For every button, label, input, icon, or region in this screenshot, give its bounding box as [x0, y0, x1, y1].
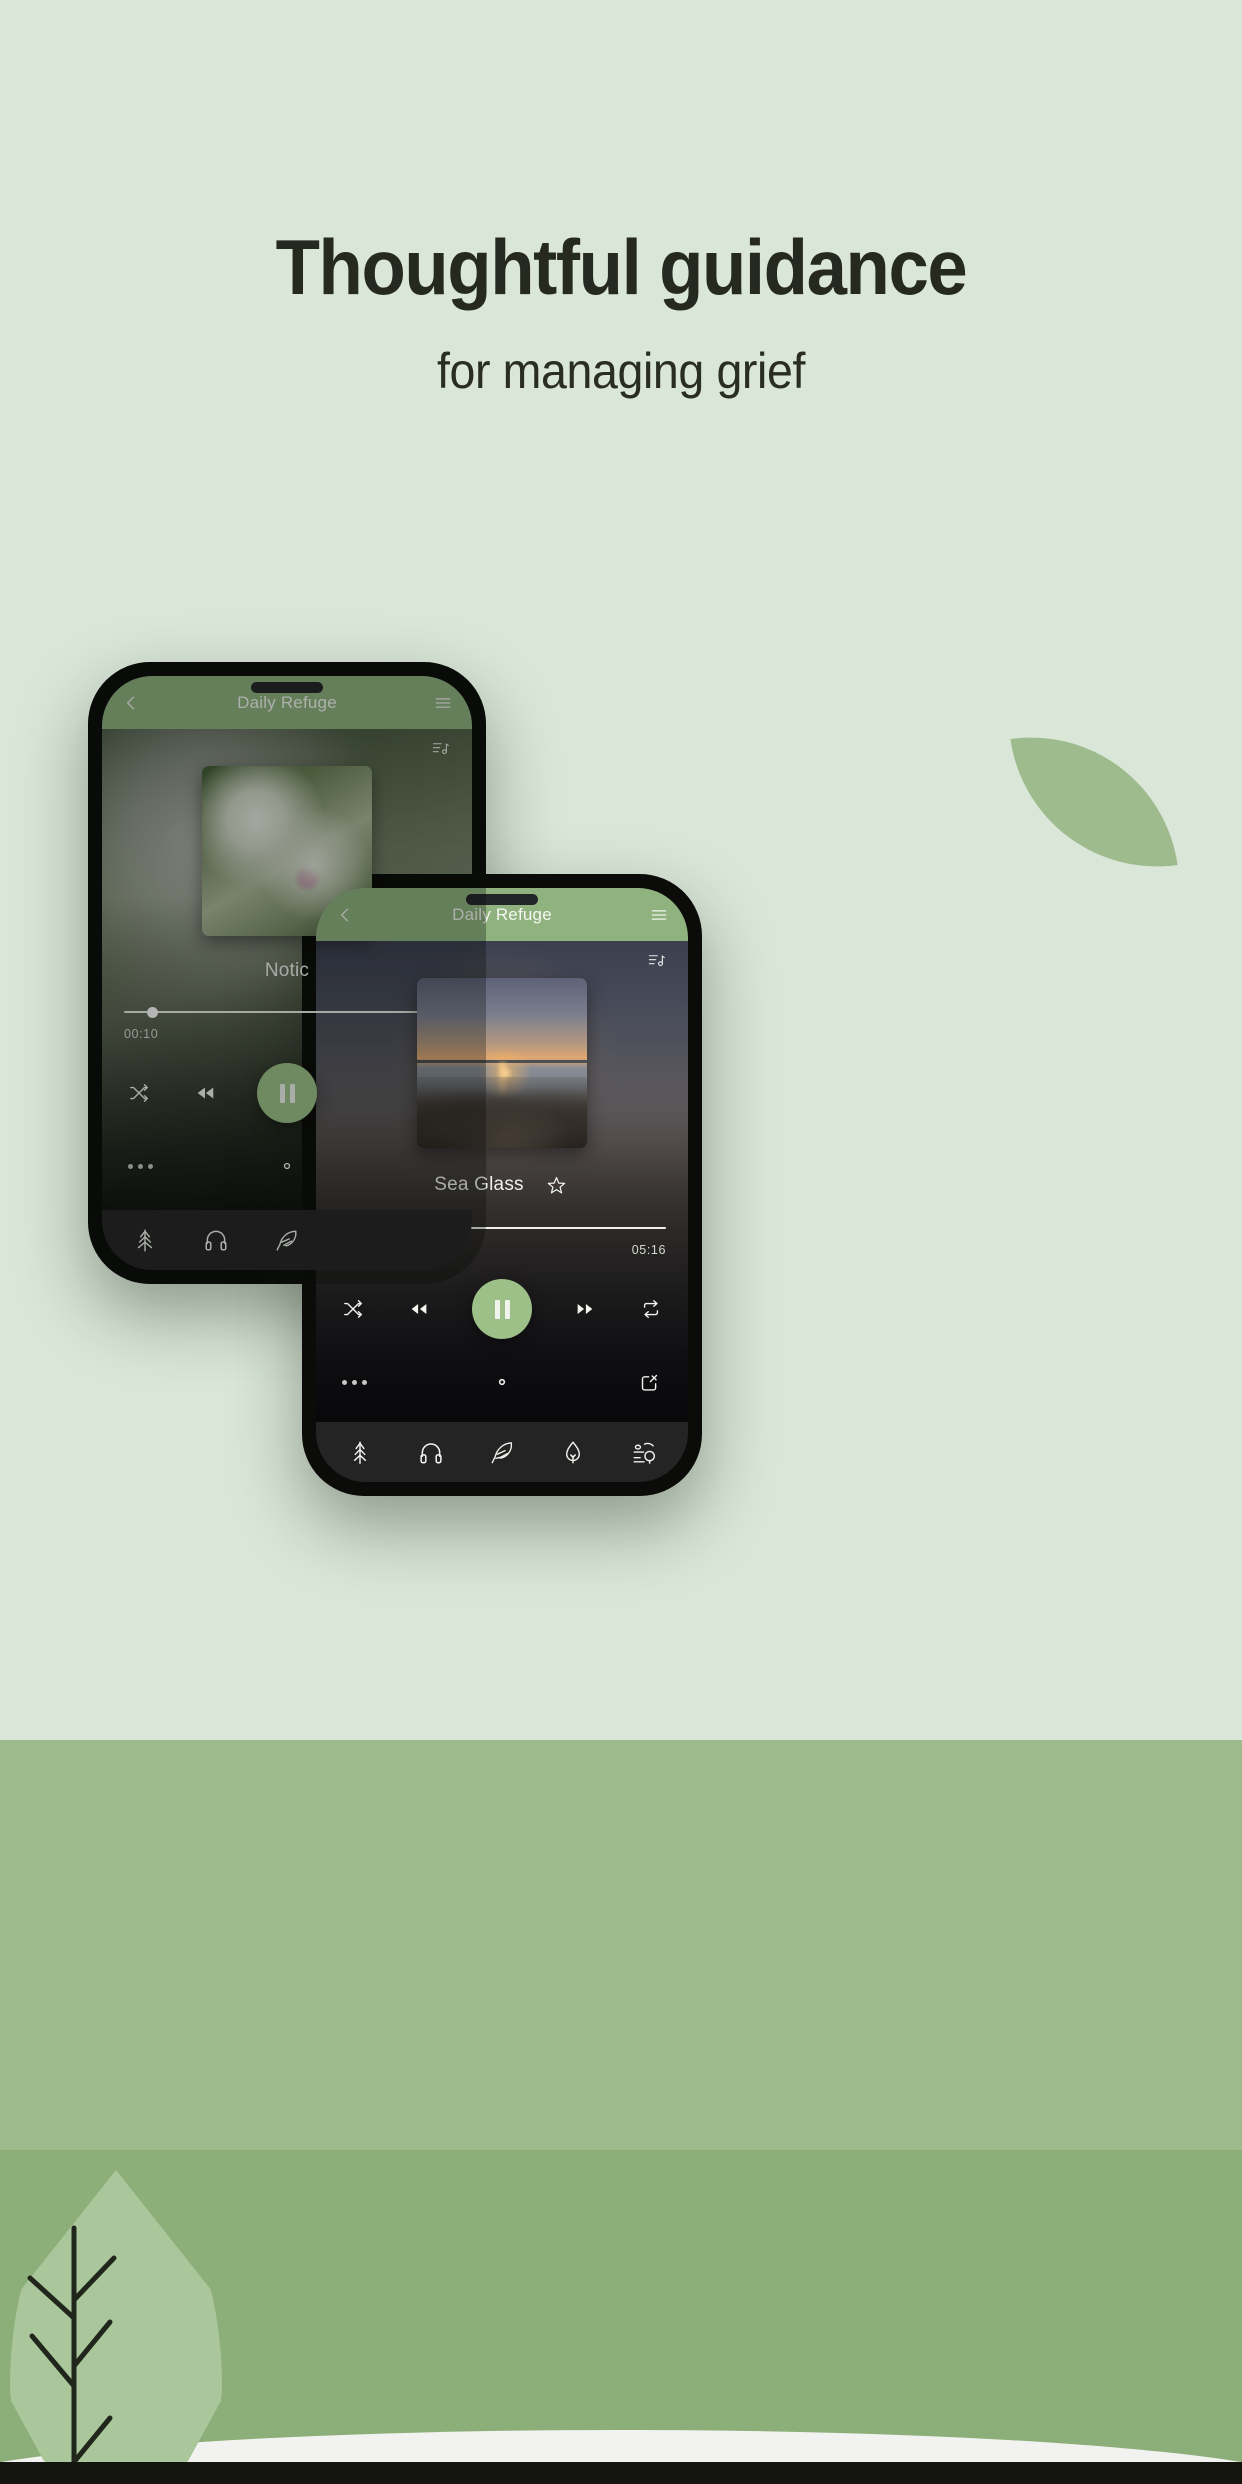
playlist-music-icon[interactable]: [338, 941, 666, 972]
phone-mockup-front: Daily Refuge Sea Glass 05:16: [302, 874, 702, 1496]
edit-square-icon[interactable]: [636, 1369, 662, 1395]
tab-reflect-flame-leaf-icon[interactable]: [560, 1439, 586, 1465]
rewind-icon[interactable]: [406, 1296, 432, 1322]
phone-side-button-lower[interactable]: [701, 1144, 702, 1196]
tabbar-front: [316, 1422, 688, 1482]
star-outline-icon[interactable]: [544, 1172, 570, 1198]
hamburger-menu-icon[interactable]: [646, 902, 672, 928]
elapsed-time-back: 00:10: [124, 1027, 159, 1041]
tab-scenes-landscape-icon[interactable]: [631, 1439, 657, 1465]
track-row-front: Sea Glass: [338, 1172, 666, 1198]
screenshot-stage: Thoughtful guidance for managing grief D…: [0, 0, 1242, 2484]
gear-icon[interactable]: [489, 1369, 515, 1395]
page-subtitle: for managing grief: [436, 343, 806, 399]
repeat-icon[interactable]: [638, 1296, 664, 1322]
album-art-front[interactable]: [417, 978, 587, 1148]
playlist-music-icon[interactable]: [124, 729, 450, 760]
shuffle-icon[interactable]: [340, 1296, 366, 1322]
more-horizontal-icon[interactable]: [128, 1163, 153, 1169]
phone-notch-front: [466, 894, 538, 905]
secondary-controls-front: [338, 1369, 666, 1395]
track-title-back: Notic: [264, 960, 310, 981]
appbar-title-back: Daily Refuge: [237, 692, 337, 712]
back-chevron-icon[interactable]: [332, 902, 358, 928]
rewind-icon[interactable]: [192, 1080, 218, 1106]
leaf-icon-bottom-left: [10, 2170, 222, 2484]
playback-controls-front: [338, 1279, 666, 1339]
tab-journal-feather-icon[interactable]: [489, 1439, 515, 1465]
play-pause-button-front[interactable]: [472, 1279, 532, 1339]
phone-notch-back: [251, 682, 323, 693]
bottom-black-bar: [0, 2462, 1242, 2484]
play-pause-button-back[interactable]: [257, 1063, 317, 1123]
album-art-wrap-front: [338, 978, 666, 1148]
player-front: Sea Glass 00:03 05:16: [316, 941, 688, 1422]
appbar-title-front: Daily Refuge: [452, 904, 552, 924]
leaf-veins: [27, 2225, 117, 2484]
more-horizontal-icon[interactable]: [342, 1379, 367, 1385]
hamburger-menu-icon[interactable]: [430, 690, 456, 716]
tab-nature-pine-tree-icon[interactable]: [347, 1439, 373, 1465]
tab-listen-headphones-icon[interactable]: [203, 1227, 229, 1253]
duration-time-front: 05:16: [631, 1243, 666, 1257]
phone-screen-front: Daily Refuge Sea Glass 05:16: [316, 888, 688, 1482]
gear-icon[interactable]: [274, 1153, 300, 1179]
leaf-icon-top-right: [1010, 718, 1178, 886]
tab-journal-feather-icon[interactable]: [274, 1227, 300, 1253]
page-title: Thoughtful guidance: [275, 223, 968, 311]
back-chevron-icon[interactable]: [118, 690, 144, 716]
tab-nature-pine-tree-icon[interactable]: [132, 1227, 158, 1253]
shuffle-icon[interactable]: [126, 1080, 152, 1106]
tabbar-back: [102, 1210, 472, 1270]
phone-side-button-upper[interactable]: [701, 1074, 702, 1126]
tab-listen-headphones-icon[interactable]: [418, 1439, 444, 1465]
fast-forward-icon[interactable]: [572, 1296, 598, 1322]
track-title-front: Sea Glass: [434, 1174, 524, 1195]
